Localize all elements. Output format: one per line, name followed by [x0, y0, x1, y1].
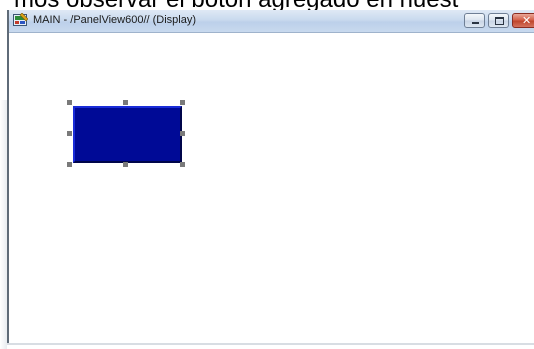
maximize-button[interactable]	[488, 13, 509, 28]
display-canvas[interactable]	[9, 33, 534, 345]
close-icon: ✕	[522, 14, 532, 27]
selection-handle-bottom-middle[interactable]	[123, 162, 128, 167]
display-window: MAIN - /PanelView600// (Display) ✕	[7, 10, 534, 345]
minimize-icon	[472, 22, 479, 24]
selection-handle-top-left[interactable]	[67, 100, 72, 105]
selection-handle-top-middle[interactable]	[123, 100, 128, 105]
window-bottom-border	[7, 343, 534, 345]
minimize-button[interactable]	[464, 13, 485, 28]
selection-handle-middle-left[interactable]	[67, 131, 72, 136]
window-titlebar[interactable]: MAIN - /PanelView600// (Display) ✕	[9, 10, 534, 33]
close-button[interactable]: ✕	[512, 13, 534, 28]
selection-handle-top-right[interactable]	[180, 100, 185, 105]
blue-push-button[interactable]	[73, 106, 182, 163]
maximize-icon	[495, 17, 504, 25]
window-title: MAIN - /PanelView600// (Display)	[33, 14, 197, 26]
selection-handle-bottom-left[interactable]	[67, 162, 72, 167]
window-left-shadow	[0, 100, 7, 349]
selection-handle-middle-right[interactable]	[180, 131, 185, 136]
selection-handle-bottom-right[interactable]	[180, 162, 185, 167]
display-app-icon	[13, 13, 28, 26]
